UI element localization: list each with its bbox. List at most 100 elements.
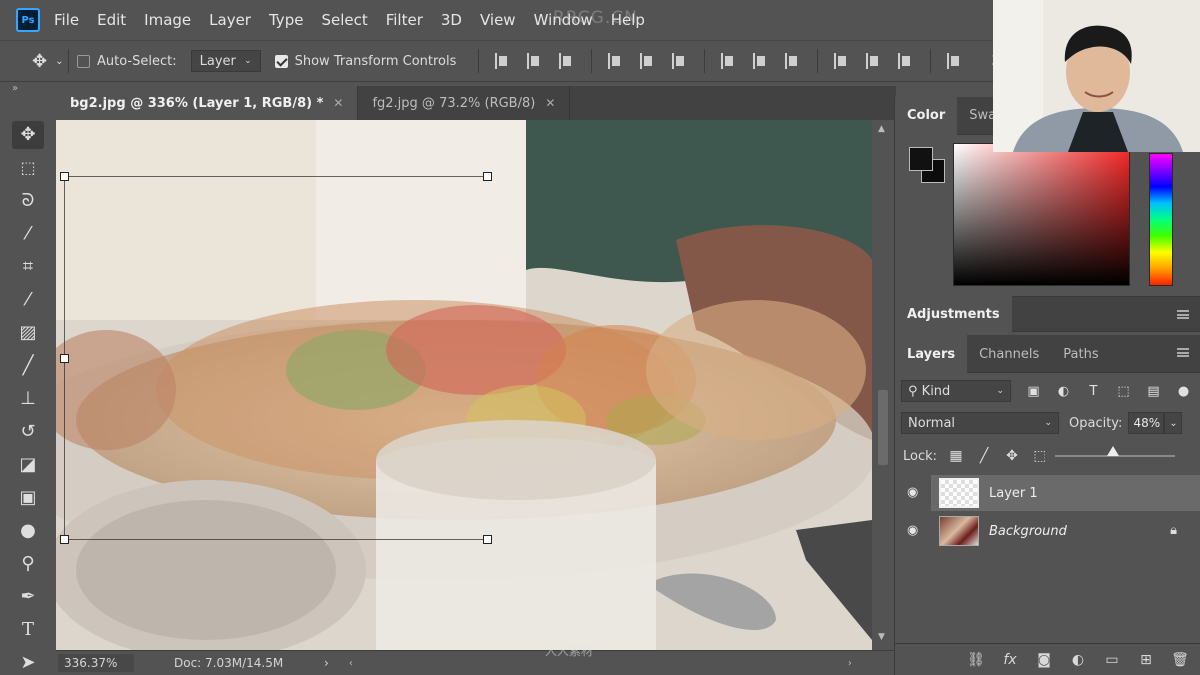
blend-mode-dropdown[interactable]: Normal ⌄ [901,412,1059,434]
opacity-slider-thumb[interactable] [1106,446,1119,456]
panel-menu-icon[interactable] [1177,348,1189,357]
close-icon[interactable]: ✕ [333,96,343,110]
align-horizontal-center-icon[interactable] [640,53,656,69]
fx-icon[interactable]: fx [1001,652,1019,668]
transform-handle-top-left[interactable] [60,172,69,181]
distribute-top-icon[interactable] [721,53,737,69]
crop-tool[interactable]: ⌗ [0,250,56,283]
marquee-tool[interactable]: ⬚ [0,151,56,184]
type-tool[interactable]: T [0,613,56,646]
opacity-slider-popup[interactable] [1045,441,1185,467]
distribute-bottom-icon[interactable] [785,53,801,69]
align-bottom-icon[interactable] [559,53,575,69]
tab-layers[interactable]: Layers [895,335,968,373]
menu-view[interactable]: View [480,11,516,29]
auto-select-dropdown[interactable]: Layer ⌄ [190,50,261,72]
distribute-left-icon[interactable] [834,53,850,69]
status-menu-arrow[interactable]: › [324,656,329,670]
brush-tool[interactable]: ╱ [0,349,56,382]
magic-wand-tool[interactable]: ⁄ [0,217,56,250]
tab-color[interactable]: Color [895,96,958,135]
menu-3d[interactable]: 3D [441,11,462,29]
pen-tool[interactable]: ✒ [0,580,56,613]
menu-type[interactable]: Type [269,11,303,29]
layer-row-background[interactable]: ◉ Background 🔒︎ [895,513,1200,549]
menu-filter[interactable]: Filter [386,11,423,29]
dodge-tool[interactable]: ⚲ [0,547,56,580]
chevron-down-icon[interactable]: ⌄ [1164,412,1183,434]
tab-bg2[interactable]: bg2.jpg @ 336% (Layer 1, RGB/8) * ✕ [56,86,359,120]
menu-edit[interactable]: Edit [97,11,126,29]
foreground-color-swatch[interactable] [909,147,933,171]
move-tool-preset[interactable]: ✥ ⌄ [0,51,63,72]
image-filter-icon[interactable]: ▣ [1026,384,1041,399]
smart-object-filter-icon[interactable]: ▤ [1146,384,1161,399]
vertical-scrollbar[interactable]: ▲ ▼ [872,120,894,650]
history-brush-tool[interactable]: ↺ [0,415,56,448]
eye-icon[interactable]: ◉ [907,523,918,538]
align-left-icon[interactable] [608,53,624,69]
scroll-up-icon[interactable]: ▲ [878,124,885,134]
distribute-right-icon[interactable] [898,53,914,69]
scroll-left-icon[interactable]: ‹ [349,658,353,669]
blur-tool[interactable]: ● [0,514,56,547]
menu-layer[interactable]: Layer [209,11,251,29]
align-top-icon[interactable] [495,53,511,69]
shape-filter-icon[interactable]: ⬚ [1116,384,1131,399]
toolbar-collapse-button[interactable]: » [0,83,56,97]
align-right-icon[interactable] [672,53,688,69]
menu-file[interactable]: File [54,11,79,29]
align-vertical-center-icon[interactable] [527,53,543,69]
eye-icon[interactable]: ◉ [907,485,918,500]
lock-position-icon[interactable]: ✥ [1003,448,1021,464]
scroll-down-icon[interactable]: ▼ [878,632,885,642]
menu-select[interactable]: Select [321,11,367,29]
tab-channels[interactable]: Channels [967,335,1051,373]
menu-image[interactable]: Image [144,11,191,29]
hue-slider[interactable] [1149,153,1173,286]
eyedropper-tool[interactable]: ⁄ [0,283,56,316]
photoshop-logo[interactable]: Ps [16,8,40,32]
show-transform-checkbox[interactable] [274,54,288,68]
panel-menu-icon[interactable] [1177,310,1189,319]
scroll-thumb[interactable] [878,390,888,465]
new-layer-icon[interactable]: ⊞ [1137,652,1155,668]
tab-paths[interactable]: Paths [1051,335,1110,373]
tab-adjustments[interactable]: Adjustments [895,296,1012,332]
distribute-vertical-center-icon[interactable] [753,53,769,69]
clone-stamp-tool[interactable]: ⊥ [0,382,56,415]
adjustment-filter-icon[interactable]: ◐ [1056,384,1071,399]
close-icon[interactable]: ✕ [545,96,555,110]
type-filter-icon[interactable]: T [1086,384,1101,399]
layer-name[interactable]: Background [989,524,1067,539]
tab-fg2[interactable]: fg2.jpg @ 73.2% (RGB/8) ✕ [358,86,571,120]
auto-align-icon[interactable] [947,53,963,69]
distribute-horizontal-center-icon[interactable] [866,53,882,69]
lock-transparency-icon[interactable]: ▦ [947,448,965,464]
healing-brush-tool[interactable]: ▨ [0,316,56,349]
layer-name[interactable]: Layer 1 [989,486,1038,501]
lock-image-pixels-icon[interactable]: ╱ [975,448,993,464]
document-canvas[interactable] [56,120,872,650]
path-selection-tool[interactable]: ➤ [0,646,56,675]
transform-handle-bottom-center[interactable] [483,535,492,544]
zoom-level[interactable]: 336.37% [58,654,134,672]
move-tool[interactable]: ✥ [0,118,56,151]
gradient-tool[interactable]: ▣ [0,481,56,514]
lasso-tool[interactable]: ᘐ [0,184,56,217]
link-layers-icon[interactable]: ⛓ [967,652,985,668]
opacity-input[interactable]: 48% [1128,412,1165,434]
transform-handle-top-center[interactable] [483,172,492,181]
add-mask-icon[interactable]: ◙ [1035,652,1053,668]
layer-row-layer-1[interactable]: ◉ Layer 1 [907,475,1200,511]
scroll-right-icon[interactable]: › [848,658,852,669]
transform-handle-middle-left[interactable] [60,354,69,363]
transform-handle-bottom-left[interactable] [60,535,69,544]
trash-icon[interactable]: 🗑︎ [1171,652,1189,668]
folder-icon[interactable]: ▭ [1103,652,1121,668]
adjustment-layer-icon[interactable]: ◐ [1069,652,1087,668]
auto-select-checkbox[interactable] [77,54,90,68]
eraser-tool[interactable]: ◪ [0,448,56,481]
color-picker-field[interactable] [953,143,1130,286]
filter-kind-dropdown[interactable]: ⚲ Kind ⌄ [901,380,1011,402]
